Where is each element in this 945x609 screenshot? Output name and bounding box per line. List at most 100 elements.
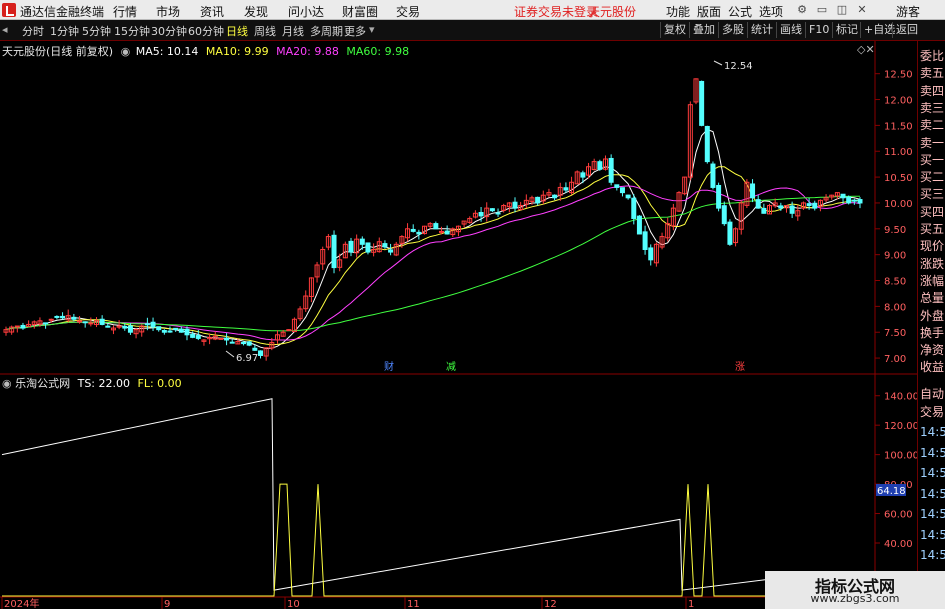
candle-body <box>597 161 603 170</box>
candle-body <box>144 323 150 326</box>
tab-60min[interactable]: 60分钟 <box>188 23 224 39</box>
menu-item-zixun[interactable]: 资讯 <box>200 3 224 20</box>
menu-item-caifuquan[interactable]: 财富圈 <box>342 3 378 20</box>
chart-close-icon[interactable]: ◇✕ <box>857 43 875 56</box>
ma10-label: MA10: 9.99 <box>205 45 269 58</box>
btn-huaxian[interactable]: 画线 <box>776 22 805 38</box>
main-y-tick-label: 7.00 <box>884 354 906 365</box>
tab-15min[interactable]: 15分钟 <box>114 23 150 39</box>
btn-diejia[interactable]: 叠加 <box>689 22 718 38</box>
restore-icon[interactable]: ◫ <box>834 2 850 18</box>
event-marker-jian[interactable]: 减 <box>446 361 456 373</box>
indicator-y-tick-label: 120.00 <box>884 421 917 432</box>
indicator-settings-icon[interactable]: ◉ <box>2 377 12 390</box>
main-chart-info: 天元股份(日线 前复权) ◉ MA5: 10.14 MA10: 9.99 MA2… <box>2 43 409 59</box>
date-label: 1 <box>688 599 694 609</box>
candle-body <box>812 202 818 209</box>
menu-item-shichang[interactable]: 市场 <box>156 3 180 20</box>
main-y-tick-label: 12.00 <box>884 96 913 107</box>
menu-item-jiaoyi[interactable]: 交易 <box>396 3 420 20</box>
candle-body <box>608 157 614 183</box>
date-label: 10 <box>287 599 300 609</box>
btn-biaoji[interactable]: 标记 <box>832 22 861 38</box>
menu-item-xuanxiang[interactable]: 选项 <box>759 3 783 20</box>
side-label: 卖一 <box>920 135 945 150</box>
ts-label: TS: 22.00 <box>77 377 131 390</box>
btn-fuquan[interactable]: 复权 <box>660 22 689 38</box>
candle-body <box>512 201 518 209</box>
btn-tongji[interactable]: 统计 <box>747 22 776 38</box>
candle-body <box>495 212 501 215</box>
candle-body <box>184 328 190 336</box>
tab-weekly[interactable]: 周线 <box>254 23 276 39</box>
menu-item-faxian[interactable]: 发现 <box>244 3 268 20</box>
current-stock-name: 天元股份 <box>588 5 637 19</box>
login-notice[interactable]: 证券交易未登录 <box>514 3 598 20</box>
chart-settings-icon[interactable]: ◉ <box>121 45 131 58</box>
menu-item-hangqing[interactable]: 行情 <box>113 3 137 20</box>
tab-daily[interactable]: 日线 <box>226 23 248 39</box>
candle-body <box>438 230 444 233</box>
indicator-y-tick-label: 100.00 <box>884 451 917 462</box>
menu-item-wenxiaoda[interactable]: 问小达 <box>288 3 324 20</box>
watermark-url: www.zbgs3.com <box>810 592 900 605</box>
candle-body <box>150 321 156 328</box>
minimize-icon[interactable]: ▭ <box>814 2 830 18</box>
candle-body <box>416 231 422 235</box>
candle-body <box>286 329 292 332</box>
settings-icon[interactable]: ⚙ <box>794 2 810 18</box>
candle-body <box>789 205 795 214</box>
side-label[interactable]: 自动 <box>920 385 944 402</box>
tab-monthly[interactable]: 月线 <box>282 23 304 39</box>
app-title: 通达信金融终端 <box>20 5 105 19</box>
btn-return[interactable]: 返回 <box>892 22 921 38</box>
candle-body <box>20 324 26 329</box>
btn-duogu[interactable]: 多股 <box>718 22 747 38</box>
stock-chart[interactable]: 7.00 7.50 8.00 8.50 9.00 9.50 10.00 10.50 11.00 1… <box>0 41 917 609</box>
candle-body <box>161 330 167 333</box>
side-label: 14:56 <box>920 507 945 521</box>
menu-item-gongshi[interactable]: 公式 <box>728 3 752 20</box>
low-price-label: 6.97 <box>236 353 258 364</box>
dropdown-icon[interactable]: ▾ <box>369 23 375 36</box>
candle-body <box>88 322 94 325</box>
indicator-title: 乐淘公式网 <box>15 377 71 390</box>
side-label: 买一 <box>920 152 945 167</box>
main-y-tick-label: 12.50 <box>884 70 913 81</box>
candle-body <box>619 187 625 194</box>
side-label: 收益 <box>920 360 945 375</box>
close-icon[interactable]: ✕ <box>854 2 870 18</box>
side-label[interactable]: 交易 <box>920 403 944 420</box>
nav-left-icon[interactable]: ◂ <box>2 23 8 36</box>
tab-fenshi[interactable]: 分时 <box>22 23 44 39</box>
tab-30min[interactable]: 30分钟 <box>151 23 187 39</box>
candle-body <box>614 184 620 188</box>
menu-item-gongneng[interactable]: 功能 <box>666 3 690 20</box>
menu-item-banmian[interactable]: 版面 <box>697 3 721 20</box>
side-label: 买四 <box>920 204 945 219</box>
side-label: 14:56 <box>920 527 945 542</box>
candle-body <box>246 341 252 346</box>
high-price-label: 12.54 <box>724 61 753 72</box>
ma60-label: MA60: 9.98 <box>346 45 410 58</box>
candle-body <box>721 205 727 225</box>
tab-more[interactable]: 更多 <box>344 23 366 39</box>
tab-multi-period[interactable]: 多周期 <box>310 23 343 39</box>
tab-5min[interactable]: 5分钟 <box>82 23 111 39</box>
candle-body <box>229 341 235 344</box>
guest-label[interactable]: 游客 <box>896 3 920 20</box>
side-label: 总量 <box>920 291 945 306</box>
date-label: 9 <box>164 599 170 609</box>
date-label: 11 <box>407 599 420 609</box>
candle-body <box>178 328 184 333</box>
tab-1min[interactable]: 1分钟 <box>50 23 79 39</box>
event-marker-cai[interactable]: 财 <box>384 360 394 373</box>
side-label: 卖四 <box>920 83 945 98</box>
btn-f10[interactable]: F10 <box>805 22 832 38</box>
event-marker-zhang[interactable]: 涨 <box>735 361 745 373</box>
main-y-tick-label: 10.50 <box>884 173 913 184</box>
main-y-tick-label: 9.00 <box>884 251 906 262</box>
side-label: 买三 <box>920 187 945 202</box>
candle-body <box>224 337 230 341</box>
candle-body <box>252 347 258 351</box>
